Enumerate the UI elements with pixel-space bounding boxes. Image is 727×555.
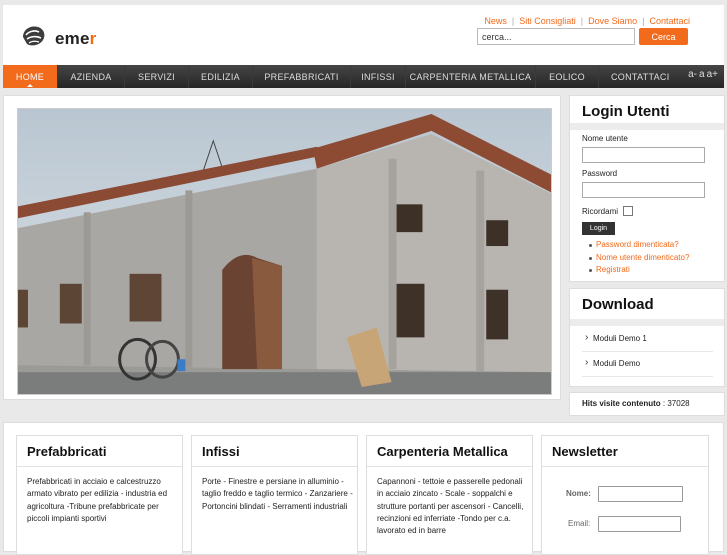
divider xyxy=(192,466,357,467)
hits-value: 37028 xyxy=(667,399,690,408)
logo-text[interactable]: emer xyxy=(55,29,96,49)
nav-item-infissi[interactable]: INFISSI xyxy=(351,65,406,88)
feature-text: Prefabbricati in acciaio e calcestruzzo … xyxy=(27,477,168,523)
divider xyxy=(570,123,724,130)
newsletter-email-field[interactable] xyxy=(598,516,681,532)
font-size-tools: a-a a+ xyxy=(686,69,718,80)
newsletter-email-label: Email: xyxy=(568,519,591,528)
separator: | xyxy=(580,16,584,26)
username-field[interactable] xyxy=(582,147,705,163)
newsletter-box: Newsletter Nome: Email: xyxy=(541,435,709,555)
main-nav: HOME AZIENDA SERVIZI EDILIZIA PREFABBRIC… xyxy=(3,65,724,88)
top-link-news[interactable]: News xyxy=(484,16,507,26)
newsletter-name-label: Nome: xyxy=(566,489,591,498)
separator: | xyxy=(642,16,645,26)
divider xyxy=(570,319,724,326)
forgot-password-link[interactable]: Password dimenticata? xyxy=(588,239,689,252)
feature-box-infissi: Infissi Porte - Finestre e persiane in a… xyxy=(191,435,358,555)
font-increase-button[interactable]: a+ xyxy=(707,69,718,80)
feature-title[interactable]: Infissi xyxy=(202,444,240,459)
feature-boxes: Prefabbricati Prefabbricati in acciaio e… xyxy=(3,422,724,555)
logo-icon xyxy=(23,26,45,46)
remember-checkbox[interactable] xyxy=(623,206,633,216)
hits-label: Hits visite contenuto xyxy=(582,399,661,408)
nav-item-prefabbricati[interactable]: PREFABBRICATI xyxy=(253,65,351,88)
download-panel: Download Moduli Demo 1 Moduli Demo xyxy=(569,288,725,387)
nav-item-servizi[interactable]: SERVIZI xyxy=(125,65,189,88)
nav-item-carpenteria-metallica[interactable]: CARPENTERIA METALLICA xyxy=(406,65,536,88)
logo-text-accent: r xyxy=(89,29,97,48)
building-photo xyxy=(17,108,552,395)
remember-label: Ricordami xyxy=(582,207,619,216)
download-item[interactable]: Moduli Demo xyxy=(585,357,640,368)
top-link-contattaci[interactable]: Contattaci xyxy=(649,16,690,26)
password-label: Password xyxy=(582,169,618,178)
divider xyxy=(17,466,182,467)
divider xyxy=(582,376,713,377)
login-links: Password dimenticata? Nome utente diment… xyxy=(588,239,689,277)
feature-text: Capannoni - tettoie e passerelle pedonal… xyxy=(377,477,524,536)
password-field[interactable] xyxy=(582,182,705,198)
download-item[interactable]: Moduli Demo 1 xyxy=(585,332,647,343)
download-title: Download xyxy=(582,296,654,313)
feature-title[interactable]: Carpenteria Metallica xyxy=(377,444,508,459)
forgot-username-link[interactable]: Nome utente dimenticato? xyxy=(588,252,689,265)
newsletter-title: Newsletter xyxy=(552,444,618,459)
slideshow xyxy=(3,95,561,400)
logo-text-main: eme xyxy=(55,29,90,48)
nav-item-edilizia[interactable]: EDILIZIA xyxy=(189,65,253,88)
nav-item-contattaci[interactable]: CONTATTACI xyxy=(599,65,671,88)
hits-panel: Hits visite contenuto : 37028 xyxy=(569,392,725,416)
username-label: Nome utente xyxy=(582,134,628,143)
feature-text: Porte - Finestre e persiane in alluminio… xyxy=(202,477,353,511)
search-button[interactable]: Cerca xyxy=(639,28,688,45)
register-link[interactable]: Registrati xyxy=(588,264,689,277)
newsletter-name-field[interactable] xyxy=(598,486,683,502)
divider xyxy=(542,466,708,467)
top-links: News | Siti Consigliati | Dove Siamo | Contatt… xyxy=(484,16,690,26)
top-link-dove-siamo[interactable]: Dove Siamo xyxy=(588,16,637,26)
divider xyxy=(367,466,532,467)
login-button[interactable]: Login xyxy=(582,222,615,235)
nav-item-home[interactable]: HOME xyxy=(3,65,58,88)
feature-box-carpenteria: Carpenteria Metallica Capannoni - tettoi… xyxy=(366,435,533,555)
nav-item-eolico[interactable]: EOLICO xyxy=(536,65,599,88)
login-title: Login Utenti xyxy=(582,103,670,120)
divider xyxy=(582,351,713,352)
feature-title[interactable]: Prefabbricati xyxy=(27,444,106,459)
hits-counter: Hits visite contenuto : 37028 xyxy=(582,399,690,408)
nav-item-azienda[interactable]: AZIENDA xyxy=(58,65,125,88)
top-link-siti-consigliati[interactable]: Siti Consigliati xyxy=(519,16,576,26)
search-input[interactable] xyxy=(477,28,635,45)
feature-box-prefabbricati: Prefabbricati Prefabbricati in acciaio e… xyxy=(16,435,183,555)
login-panel: Login Utenti Nome utente Password Ricord… xyxy=(569,95,725,282)
font-decrease-button[interactable]: a- xyxy=(688,69,697,80)
separator: | xyxy=(511,16,515,26)
font-reset-button[interactable]: a xyxy=(699,69,705,80)
